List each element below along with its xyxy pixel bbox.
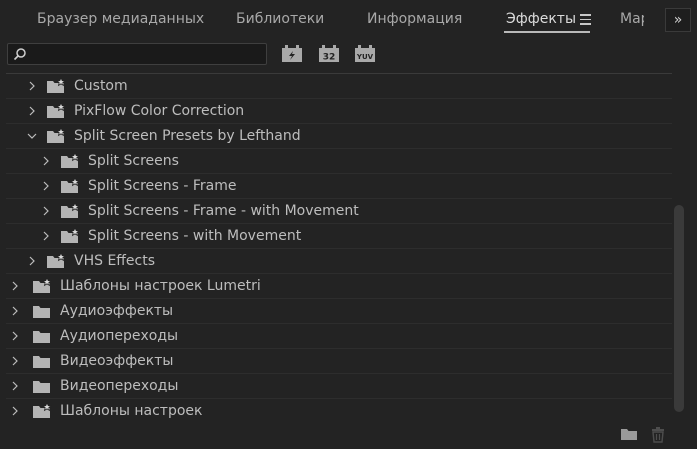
tree-row[interactable]: PixFlow Color Correction bbox=[6, 99, 672, 124]
tree-row[interactable]: Видеоэффекты bbox=[6, 349, 672, 374]
chevron-right-icon[interactable] bbox=[27, 106, 37, 116]
tree-row-label: Split Screens - with Movement bbox=[88, 228, 302, 244]
tree-row-label: Split Screens bbox=[88, 153, 179, 169]
chevron-down-icon[interactable] bbox=[27, 131, 37, 141]
tab-libraries[interactable]: Библиотеки bbox=[236, 11, 324, 27]
scrollbar-thumb[interactable] bbox=[674, 205, 684, 412]
preset-folder-icon bbox=[61, 153, 80, 168]
chevron-right-icon[interactable] bbox=[10, 306, 20, 316]
preset-folder-icon bbox=[61, 178, 80, 193]
tree-row[interactable]: Аудиопереходы bbox=[6, 324, 672, 349]
32bit-effects-icon[interactable]: 32 bbox=[318, 44, 340, 64]
delete-icon[interactable] bbox=[651, 427, 665, 443]
chevron-right-icon[interactable] bbox=[41, 181, 51, 191]
panel-footer bbox=[0, 421, 697, 449]
chevron-right-icon[interactable] bbox=[10, 406, 20, 416]
chevron-right-icon[interactable] bbox=[10, 331, 20, 341]
tree-row-label: Аудиопереходы bbox=[60, 328, 179, 344]
preset-folder-icon bbox=[33, 403, 52, 418]
tab-overflow-button[interactable]: » bbox=[665, 8, 691, 32]
tree-row-label: Аудиоэффекты bbox=[60, 303, 174, 319]
tree-row-label: Split Screens - Frame bbox=[88, 178, 237, 194]
chevron-right-icon[interactable] bbox=[10, 381, 20, 391]
search-icon bbox=[13, 48, 26, 61]
accelerated-effects-icon[interactable] bbox=[281, 44, 303, 64]
tree-row[interactable]: Split Screens - Frame bbox=[6, 174, 672, 199]
folder-icon bbox=[33, 356, 50, 368]
chevron-right-icon[interactable] bbox=[27, 256, 37, 266]
preset-folder-icon bbox=[47, 253, 66, 268]
tree-row-label: VHS Effects bbox=[74, 253, 156, 269]
search-input[interactable] bbox=[7, 43, 267, 65]
effects-toolbar: 32 YUV bbox=[0, 38, 697, 70]
tree-row-label: Split Screens - Frame - with Movement bbox=[88, 203, 359, 219]
tree-row[interactable]: Видеопереходы bbox=[6, 374, 672, 399]
tree-row-label: Split Screen Presets by Lefthand bbox=[74, 128, 301, 144]
new-bin-icon[interactable] bbox=[620, 427, 638, 441]
tree-row-label: PixFlow Color Correction bbox=[74, 103, 245, 119]
folder-icon bbox=[33, 306, 50, 318]
chevron-right-icon[interactable] bbox=[41, 206, 51, 216]
panel-menu-icon[interactable] bbox=[580, 14, 591, 25]
preset-folder-icon bbox=[47, 78, 66, 93]
chevron-right-icon[interactable] bbox=[10, 281, 20, 291]
tree-row[interactable]: Аудиоэффекты bbox=[6, 299, 672, 324]
preset-folder-icon bbox=[33, 278, 52, 293]
preset-folder-icon bbox=[61, 203, 80, 218]
tab-markers[interactable]: Мар bbox=[620, 11, 644, 27]
tree-row-label: Шаблоны настроек Lumetri bbox=[60, 278, 261, 294]
panel-tab-bar: Браузер медиаданных Библиотеки Информаци… bbox=[0, 0, 697, 38]
32bit-label: 32 bbox=[323, 53, 336, 63]
effects-tree: Custom PixFlow Color Correction Split Scre… bbox=[6, 73, 672, 421]
active-tab-indicator bbox=[504, 31, 590, 33]
tab-info[interactable]: Информация bbox=[367, 11, 462, 27]
tree-row[interactable]: Шаблоны настроек bbox=[6, 399, 672, 421]
tab-media-browser[interactable]: Браузер медиаданных bbox=[37, 11, 204, 27]
tree-row[interactable]: Шаблоны настроек Lumetri bbox=[6, 274, 672, 299]
chevron-right-icon[interactable] bbox=[41, 156, 51, 166]
preset-folder-icon bbox=[47, 128, 66, 143]
tree-row-label: Custom bbox=[74, 78, 128, 94]
folder-icon bbox=[33, 381, 50, 393]
tree-row[interactable]: Split Screens - Frame - with Movement bbox=[6, 199, 672, 224]
yuv-label: YUV bbox=[356, 53, 374, 61]
chevron-right-icon[interactable] bbox=[41, 231, 51, 241]
tree-row-label: Видеопереходы bbox=[60, 378, 179, 394]
tree-row[interactable]: Split Screen Presets by Lefthand bbox=[6, 124, 672, 149]
tree-row[interactable]: Custom bbox=[6, 74, 672, 99]
preset-folder-icon bbox=[47, 103, 66, 118]
tree-row[interactable]: VHS Effects bbox=[6, 249, 672, 274]
yuv-effects-icon[interactable]: YUV bbox=[354, 44, 376, 64]
chevron-right-icon[interactable] bbox=[27, 81, 37, 91]
tree-row-label: Шаблоны настроек bbox=[60, 403, 203, 419]
tab-effects[interactable]: Эффекты bbox=[506, 11, 576, 27]
folder-icon bbox=[33, 331, 50, 343]
chevron-right-icon[interactable] bbox=[10, 356, 20, 366]
tree-row-label: Видеоэффекты bbox=[60, 353, 174, 369]
tree-row[interactable]: Split Screens - with Movement bbox=[6, 224, 672, 249]
tree-row[interactable]: Split Screens bbox=[6, 149, 672, 174]
preset-folder-icon bbox=[61, 228, 80, 243]
